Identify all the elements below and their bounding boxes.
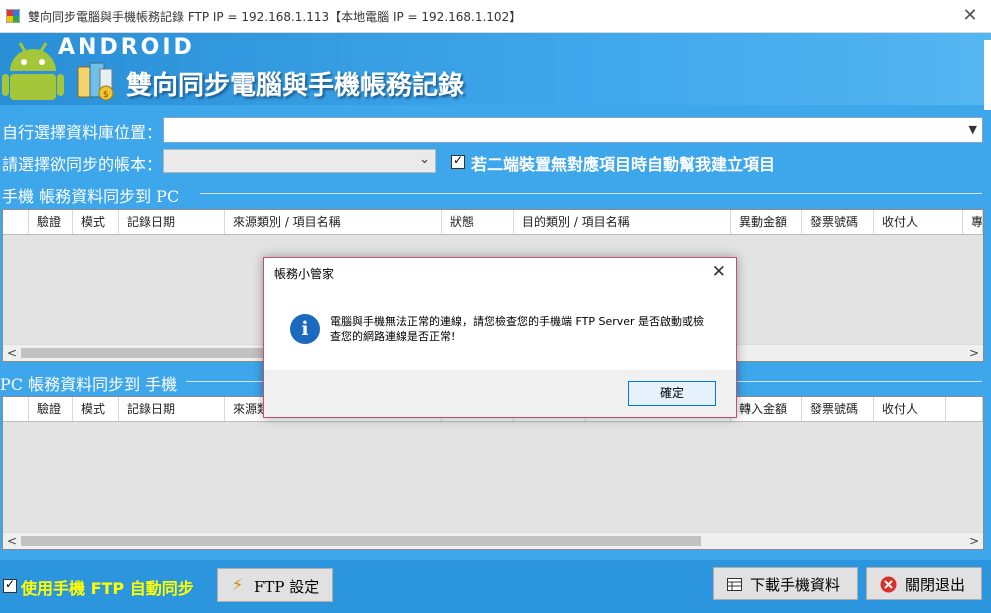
- col-header[interactable]: 驗證: [29, 397, 73, 421]
- right-edge-strip: [984, 40, 991, 110]
- ftp-settings-label: FTP 設定: [254, 578, 320, 596]
- close-circle-icon: [880, 576, 897, 593]
- col-header[interactable]: 模式: [73, 210, 119, 234]
- section-divider: [200, 193, 982, 194]
- col-header[interactable]: 收付人: [874, 397, 946, 421]
- dialog-message: 電腦與手機無法正常的連線，請您檢查您的手機端 FTP Server 是否啟動或檢…: [330, 315, 705, 343]
- scrollbar-thumb[interactable]: [21, 536, 701, 546]
- exit-label: 關閉退出: [905, 576, 966, 594]
- grid-header: 驗證 模式 記錄日期 來源類別 / 項目名稱 狀態 目的類別 / 項目名稱 異動…: [3, 210, 983, 235]
- info-icon: i: [290, 314, 320, 344]
- dropdown-arrow-icon[interactable]: ▼: [969, 123, 977, 136]
- col-header[interactable]: 記錄日期: [119, 397, 225, 421]
- banner: ANDROID $ 雙向同步電腦與手機帳務記錄: [0, 33, 991, 105]
- horizontal-scrollbar[interactable]: < >: [3, 532, 983, 549]
- col-header[interactable]: 發票號碼: [802, 210, 874, 234]
- col-header[interactable]: 模式: [73, 397, 119, 421]
- section-title-phone-to-pc: 手機 帳務資料同步到 PC: [2, 187, 180, 206]
- col-header[interactable]: 驗證: [29, 210, 73, 234]
- auto-sync-checkbox[interactable]: ✓: [3, 577, 17, 593]
- db-location-label: 自行選擇資料庫位置：: [2, 123, 163, 142]
- download-phone-data-button[interactable]: 下載手機資料: [713, 567, 858, 600]
- window-close-icon[interactable]: ✕: [959, 5, 981, 26]
- col-header[interactable]: 異動金額: [731, 210, 802, 234]
- table-icon: [727, 578, 742, 591]
- lightning-icon: ⚡: [232, 575, 244, 594]
- window-title: 雙向同步電腦與手機帳務記錄 FTP IP = 192.168.1.113【本地電…: [28, 10, 522, 24]
- android-wordmark: ANDROID: [58, 35, 195, 60]
- ledger-books-icon: $: [77, 62, 114, 101]
- col-header[interactable]: 狀態: [442, 210, 514, 234]
- col-header[interactable]: 轉入金額: [731, 397, 802, 421]
- ftp-settings-button[interactable]: ⚡ FTP 設定: [217, 568, 333, 602]
- download-label: 下載手機資料: [750, 576, 841, 594]
- col-header[interactable]: 來源類別 / 項目名稱: [225, 210, 442, 234]
- ok-button[interactable]: 確定: [628, 381, 716, 406]
- scroll-right-icon[interactable]: >: [969, 345, 979, 361]
- col-header[interactable]: 收付人: [874, 210, 963, 234]
- db-location-combobox[interactable]: ▼: [163, 117, 983, 143]
- col-header[interactable]: 記錄日期: [119, 210, 225, 234]
- bottom-bar: ✓ 使用手機 FTP 自動同步 ⚡ FTP 設定 下載手機資料 關閉退出: [0, 560, 991, 613]
- dialog-footer: 確定: [264, 370, 736, 417]
- section-title-pc-to-phone: PC 帳務資料同步到 手機: [0, 375, 178, 394]
- dialog-close-icon[interactable]: ✕: [712, 262, 726, 282]
- col-header[interactable]: 發票號碼: [802, 397, 874, 421]
- scroll-left-icon[interactable]: <: [7, 345, 17, 361]
- account-combobox[interactable]: ⌄: [163, 149, 436, 173]
- row-header-cell: [3, 210, 29, 234]
- checkmark-icon: ✓: [5, 577, 16, 591]
- checkmark-icon: ✓: [453, 153, 464, 167]
- main-window: 雙向同步電腦與手機帳務記錄 FTP IP = 192.168.1.113【本地電…: [0, 0, 991, 613]
- auto-create-checkbox[interactable]: ✓: [451, 153, 465, 169]
- auto-sync-label: 使用手機 FTP 自動同步: [21, 579, 194, 598]
- title-bar: 雙向同步電腦與手機帳務記錄 FTP IP = 192.168.1.113【本地電…: [0, 0, 991, 33]
- account-label: 請選擇欲同步的帳本：: [2, 155, 163, 174]
- scroll-right-icon[interactable]: >: [969, 533, 979, 549]
- app-icon: [6, 9, 20, 23]
- svg-text:$: $: [103, 90, 109, 100]
- scroll-left-icon[interactable]: <: [7, 533, 17, 549]
- exit-button[interactable]: 關閉退出: [866, 567, 982, 600]
- row-header-cell: [3, 397, 29, 421]
- banner-title: 雙向同步電腦與手機帳務記錄: [126, 71, 465, 101]
- col-header[interactable]: 專: [963, 210, 983, 234]
- col-header[interactable]: [946, 397, 983, 421]
- col-header[interactable]: 目的類別 / 項目名稱: [514, 210, 731, 234]
- android-logo-icon: [2, 42, 64, 100]
- dialog-title: 帳務小管家: [274, 267, 335, 281]
- chevron-down-icon[interactable]: ⌄: [419, 152, 430, 167]
- auto-create-label: 若二端裝置無對應項目時自動幫我建立項目: [471, 155, 776, 174]
- error-dialog: 帳務小管家 ✕ i 電腦與手機無法正常的連線，請您檢查您的手機端 FTP Ser…: [263, 257, 737, 418]
- grid-pc-to-phone[interactable]: 驗證 模式 記錄日期 來源類 轉入金額 發票號碼 收付人 < >: [2, 396, 984, 550]
